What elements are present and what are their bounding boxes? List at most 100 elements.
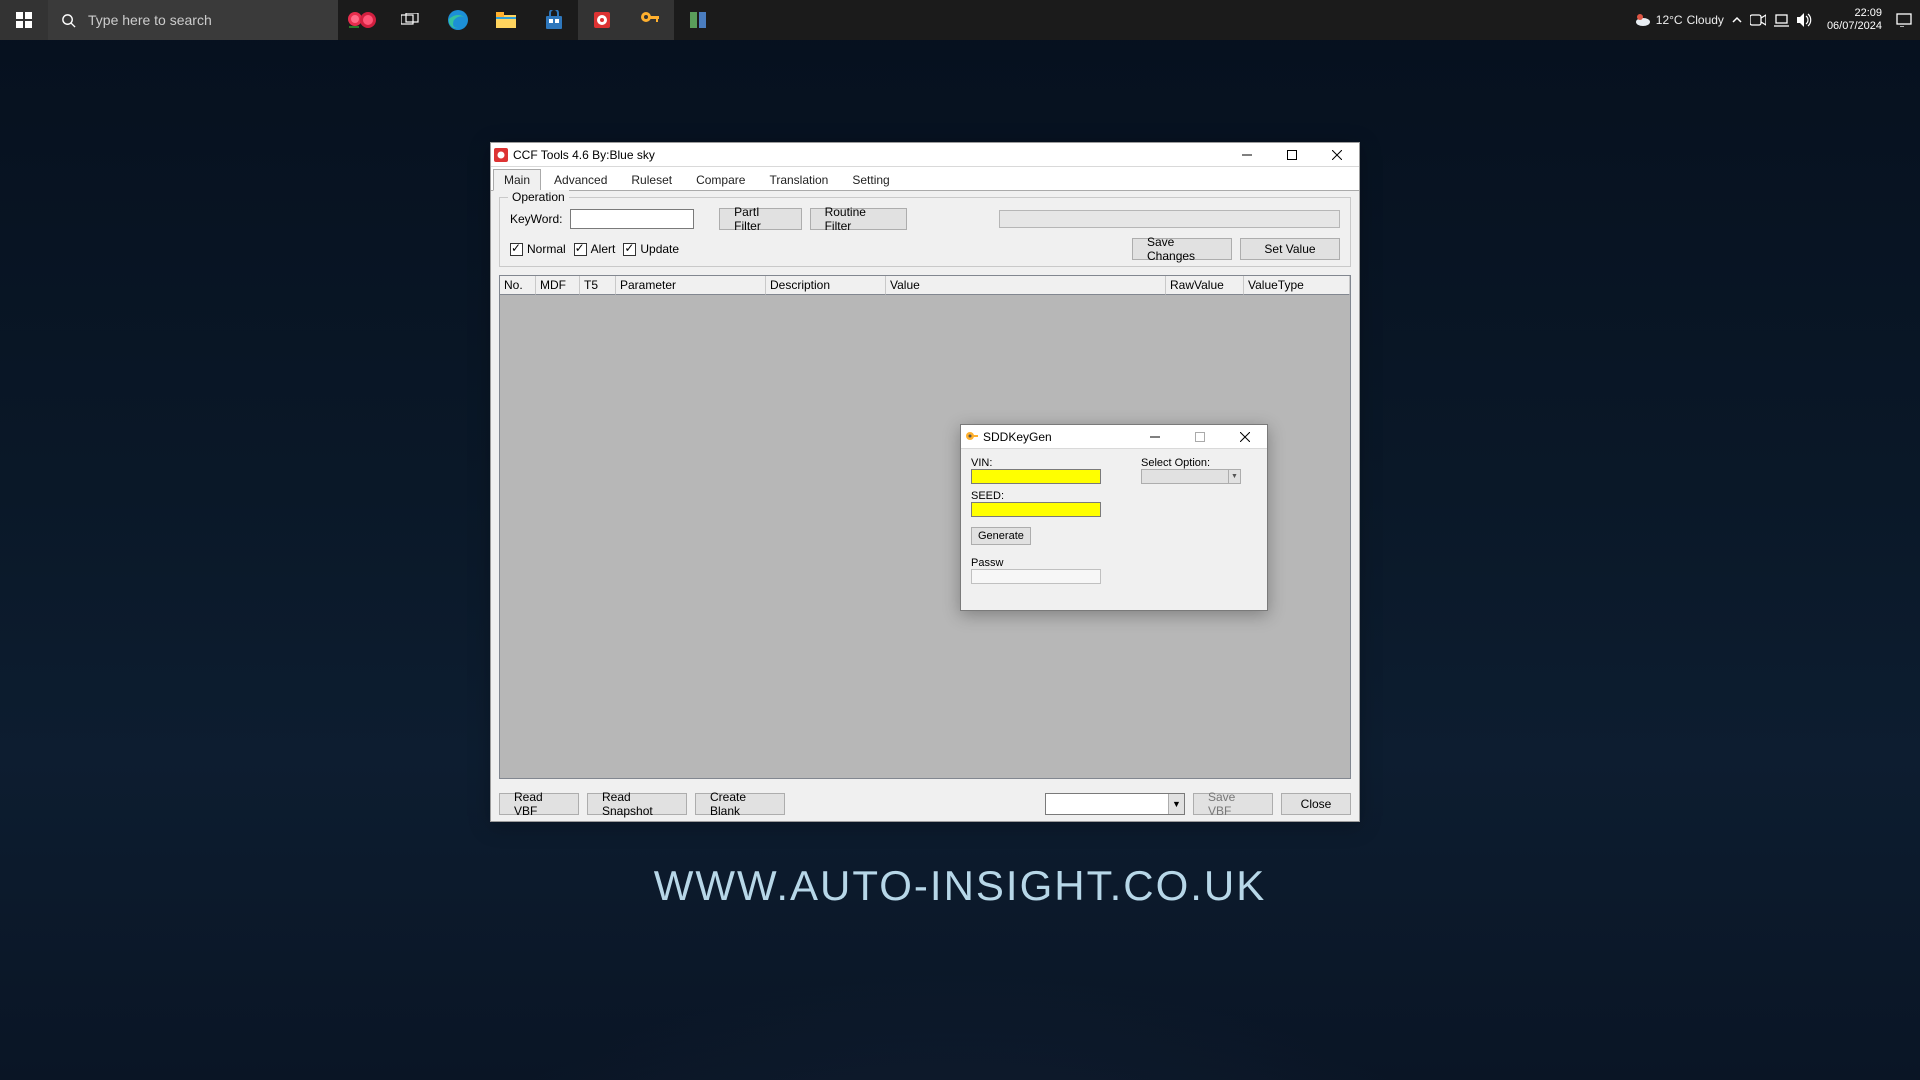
weather-temp: 12°C	[1656, 13, 1683, 27]
network-icon	[1774, 13, 1789, 27]
maximize-icon	[1287, 150, 1297, 160]
minimize-button[interactable]	[1224, 143, 1269, 167]
task-view-icon	[401, 13, 419, 27]
minimize-icon	[1242, 150, 1252, 160]
search-placeholder: Type here to search	[88, 12, 212, 28]
grid-header: No. MDF T5 Parameter Description Value R…	[500, 276, 1350, 295]
col-description[interactable]: Description	[766, 276, 886, 295]
meet-now-icon	[1750, 14, 1766, 26]
ccf-titlebar[interactable]: CCF Tools 4.6 By:Blue sky	[491, 143, 1359, 167]
read-snapshot-button[interactable]: Read Snapshot	[587, 793, 687, 815]
progress-bar	[999, 210, 1340, 228]
close-button[interactable]	[1314, 143, 1359, 167]
tray-notifications[interactable]	[1896, 13, 1912, 27]
volume-icon	[1797, 13, 1813, 27]
tab-translation[interactable]: Translation	[758, 169, 839, 190]
tab-ruleset[interactable]: Ruleset	[620, 169, 683, 190]
key-minimize-button[interactable]	[1132, 425, 1177, 449]
checkbox-normal[interactable]: Normal	[510, 242, 566, 256]
ccf-bottom-bar: Read VBF Read Snapshot Create Blank ▼ Sa…	[491, 787, 1359, 821]
key-body: VIN: SEED: Generate Passw Select Option:…	[961, 449, 1267, 610]
col-value[interactable]: Value	[886, 276, 1166, 295]
taskbar-app-ccf-tools[interactable]	[578, 0, 626, 40]
maximize-button[interactable]	[1269, 143, 1314, 167]
operation-panel: Operation KeyWord: PartI Filter Routine …	[499, 197, 1351, 267]
read-vbf-button[interactable]: Read VBF	[499, 793, 579, 815]
generate-button[interactable]: Generate	[971, 527, 1031, 545]
select-option-combo[interactable]: ▼	[1141, 469, 1241, 484]
save-vbf-button[interactable]: Save VBF	[1193, 793, 1273, 815]
roses-icon	[345, 9, 379, 31]
col-t5[interactable]: T5	[580, 276, 616, 295]
close-icon	[1240, 432, 1250, 442]
ccf-tabstrip: Main Advanced Ruleset Compare Translatio…	[491, 167, 1359, 191]
checkbox-icon	[623, 243, 636, 256]
tray-chevron[interactable]	[1732, 15, 1742, 25]
taskbar-app-edge[interactable]	[434, 0, 482, 40]
col-parameter[interactable]: Parameter	[616, 276, 766, 295]
taskbar: Type here to search 12°C Cloudy	[0, 0, 1920, 40]
tray-volume[interactable]	[1797, 13, 1813, 27]
taskbar-news-widget[interactable]	[338, 0, 386, 40]
store-icon	[544, 10, 564, 30]
checkbox-icon	[574, 243, 587, 256]
bottom-combo[interactable]: ▼	[1045, 793, 1185, 815]
operation-legend: Operation	[508, 190, 569, 204]
taskbar-app-store[interactable]	[530, 0, 578, 40]
close-icon	[1332, 150, 1342, 160]
taskbar-search[interactable]: Type here to search	[48, 0, 338, 40]
clock-date: 06/07/2024	[1827, 20, 1882, 33]
chevron-down-icon: ▼	[1228, 470, 1240, 483]
passw-label: Passw	[971, 557, 1101, 569]
tab-main[interactable]: Main	[493, 169, 541, 191]
taskbar-app-unknown[interactable]	[674, 0, 722, 40]
set-value-button[interactable]: Set Value	[1240, 238, 1340, 260]
create-blank-button[interactable]: Create Blank	[695, 793, 785, 815]
tab-advanced[interactable]: Advanced	[543, 169, 618, 190]
search-icon	[48, 13, 88, 28]
passw-output	[971, 569, 1101, 584]
checkbox-update[interactable]: Update	[623, 242, 679, 256]
folder-icon	[496, 12, 516, 28]
task-view-button[interactable]	[386, 0, 434, 40]
clock-time: 22:09	[1827, 7, 1882, 20]
tray-meet-now[interactable]	[1750, 14, 1766, 26]
minimize-icon	[1150, 432, 1160, 442]
weather-widget[interactable]: 12°C Cloudy	[1634, 11, 1724, 29]
key-maximize-button	[1177, 425, 1222, 449]
col-valuetype[interactable]: ValueType	[1244, 276, 1350, 295]
vin-input[interactable]	[971, 469, 1101, 484]
weather-cond: Cloudy	[1687, 13, 1724, 27]
start-button[interactable]	[0, 0, 48, 40]
col-mdf[interactable]: MDF	[536, 276, 580, 295]
taskbar-app-explorer[interactable]	[482, 0, 530, 40]
seed-label: SEED:	[971, 490, 1101, 502]
weather-icon	[1634, 11, 1652, 29]
keyword-label: KeyWord:	[510, 212, 562, 226]
watermark-text: WWW.AUTO-INSIGHT.CO.UK	[654, 862, 1267, 910]
select-option-label: Select Option:	[1141, 457, 1241, 469]
parti-filter-button[interactable]: PartI Filter	[719, 208, 801, 230]
key-close-button[interactable]	[1222, 425, 1267, 449]
routine-filter-button[interactable]: Routine Filter	[810, 208, 908, 230]
tab-setting[interactable]: Setting	[841, 169, 900, 190]
close-app-button[interactable]: Close	[1281, 793, 1351, 815]
ccf-app-icon	[592, 10, 612, 30]
taskbar-clock[interactable]: 22:09 06/07/2024	[1821, 7, 1888, 32]
key-titlebar[interactable]: SDDKeyGen	[961, 425, 1267, 449]
keyword-input[interactable]	[570, 209, 693, 229]
seed-input[interactable]	[971, 502, 1101, 517]
notification-icon	[1896, 13, 1912, 27]
windows-icon	[16, 12, 32, 28]
key-window-icon	[961, 430, 983, 444]
tab-compare[interactable]: Compare	[685, 169, 756, 190]
chevron-up-icon	[1732, 15, 1742, 25]
window-sddkeygen: SDDKeyGen VIN: SEED: Generate Passw Sele…	[960, 424, 1268, 611]
save-changes-button[interactable]: Save Changes	[1132, 238, 1232, 260]
col-no[interactable]: No.	[500, 276, 536, 295]
taskbar-app-sddkeygen[interactable]	[626, 0, 674, 40]
tray-network[interactable]	[1774, 13, 1789, 27]
checkbox-alert[interactable]: Alert	[574, 242, 616, 256]
col-rawvalue[interactable]: RawValue	[1166, 276, 1244, 295]
generic-app-icon	[688, 10, 708, 30]
